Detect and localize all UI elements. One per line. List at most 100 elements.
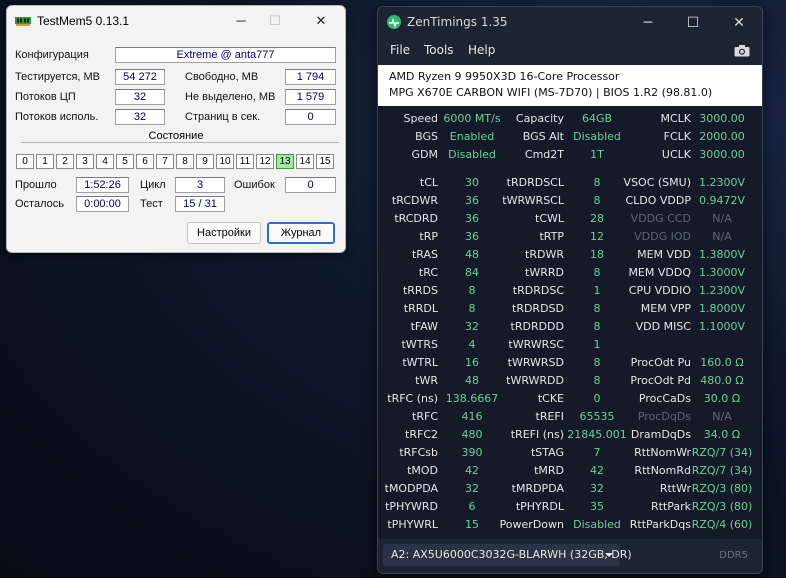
timing-value: RZQ/3 (80) xyxy=(691,500,753,513)
state-separator xyxy=(21,142,339,143)
minimize-button[interactable]: ─ xyxy=(636,13,660,33)
log-button[interactable]: Журнал xyxy=(267,222,335,244)
config-label: Конфигурация xyxy=(15,49,89,61)
timing-value: 21845.001 xyxy=(567,428,627,441)
module-select[interactable]: A2: AX5U6000C3032G-BLARWH (32GB, DR) xyxy=(383,544,632,566)
timing-value: 16 xyxy=(465,356,479,369)
timing-value: RZQ/7 (34) xyxy=(691,446,753,459)
timing-value: N/A xyxy=(712,410,732,423)
state-cell: 7 xyxy=(156,154,174,169)
timing-value: 65535 xyxy=(579,410,615,423)
zentimings-logo-icon xyxy=(387,15,401,29)
timing-value: 36 xyxy=(465,230,479,243)
timing-value: 8 xyxy=(593,374,601,387)
test-field: 15 / 31 xyxy=(175,196,225,212)
threads-used-label: Потоков исполь. xyxy=(15,111,99,123)
close-button[interactable]: ✕ xyxy=(309,11,333,31)
elapsed-label: Прошло xyxy=(15,179,57,191)
cpu-name: AMD Ryzen 9 9950X3D 16-Core Processor xyxy=(389,70,620,83)
module-select-value: A2: AX5U6000C3032G-BLARWH (32GB, DR) xyxy=(391,548,632,561)
timing-value: 8 xyxy=(593,302,601,315)
chevron-down-icon xyxy=(605,553,613,557)
state-cell: 8 xyxy=(176,154,194,169)
timing-value: 480.0 Ω xyxy=(700,374,744,387)
maximize-button[interactable]: ☐ xyxy=(681,13,705,33)
timing-value: N/A xyxy=(712,230,732,243)
zentimings-window: ZenTimings 1.35 ─ ☐ ✕ File Tools Help AM… xyxy=(377,6,763,574)
timing-value: Disabled xyxy=(448,148,496,161)
timing-value: RZQ/4 (60) xyxy=(691,518,753,531)
timing-value: 32 xyxy=(465,320,479,333)
close-button[interactable]: ✕ xyxy=(727,13,751,33)
minimize-button[interactable]: ─ xyxy=(229,11,253,31)
state-cell: 12 xyxy=(256,154,274,169)
timings-panel: Speed 6000 MT/s Capacity 64GB MCLK 3000.00 BGS… xyxy=(378,106,762,539)
timing-value: 36 xyxy=(465,212,479,225)
timing-value: 32 xyxy=(465,482,479,495)
state-cell: 9 xyxy=(196,154,214,169)
state-cell: 1 xyxy=(36,154,54,169)
state-cell-active: 13 xyxy=(276,154,294,169)
menu-help[interactable]: Help xyxy=(468,43,495,57)
cycle-field: 3 xyxy=(175,177,225,193)
timing-value: 30 xyxy=(465,176,479,189)
menu-file[interactable]: File xyxy=(390,43,410,57)
errors-field: 0 xyxy=(285,177,336,193)
timing-value: 8 xyxy=(468,284,476,297)
timing-value: 42 xyxy=(590,464,604,477)
timing-value: 1.3800V xyxy=(698,248,745,261)
timing-value: 1.1000V xyxy=(698,320,745,333)
ddr-type: DDR5 xyxy=(719,550,748,561)
testmem-titlebar[interactable]: TestMem5 0.13.1 ─ ☐ ✕ xyxy=(7,6,345,36)
timing-value: 2000.00 xyxy=(699,130,745,143)
timing-value: 42 xyxy=(465,464,479,477)
timing-value: 6000 MT/s xyxy=(443,112,501,125)
menu-tools[interactable]: Tools xyxy=(424,43,454,57)
timing-value: 6 xyxy=(468,500,476,513)
state-cell: 10 xyxy=(216,154,234,169)
camera-icon[interactable] xyxy=(734,44,750,57)
timing-value: 12 xyxy=(590,230,604,243)
tested-mb-label: Тестируется, MB xyxy=(15,71,101,83)
timing-value: Enabled xyxy=(449,130,495,143)
window-title: ZenTimings 1.35 xyxy=(407,15,508,29)
timing-value: 64GB xyxy=(581,112,613,125)
timing-value: 32 xyxy=(590,482,604,495)
timing-value: 1T xyxy=(590,148,604,161)
timing-value: Disabled xyxy=(573,130,621,143)
timing-value: 0 xyxy=(593,392,601,405)
errors-label: Ошибок xyxy=(234,179,275,191)
cpu-threads-label: Потоков ЦП xyxy=(15,91,76,103)
timing-value: 4 xyxy=(468,338,476,351)
zentimings-titlebar[interactable]: ZenTimings 1.35 ─ ☐ ✕ xyxy=(378,7,762,37)
timing-value: 30.0 Ω xyxy=(703,392,741,405)
timing-value: 416 xyxy=(461,410,483,423)
state-label-wrap: Состояние xyxy=(7,130,345,142)
timing-value: 1.3000V xyxy=(698,266,745,279)
timing-value: 18 xyxy=(590,248,604,261)
threads-used-field: 32 xyxy=(115,109,165,125)
timing-value: 1.2300V xyxy=(698,284,745,297)
remaining-field: 0:00:00 xyxy=(76,196,129,212)
timing-value: 84 xyxy=(465,266,479,279)
elapsed-field: 1:52:26 xyxy=(76,177,129,193)
board-name: MPG X670E CARBON WIFI (MS-7D70) | BIOS 1… xyxy=(389,86,713,99)
timing-value: 34.0 Ω xyxy=(703,428,741,441)
test-label: Тест xyxy=(140,198,163,210)
state-label: Состояние xyxy=(144,130,208,142)
testmem-window: TestMem5 0.13.1 ─ ☐ ✕ Конфигурация Extre… xyxy=(6,5,346,253)
state-cell: 2 xyxy=(56,154,74,169)
timing-value: 8 xyxy=(593,320,601,333)
unallocated-mb-field: 1 579 xyxy=(285,89,336,105)
timing-value: 3000.00 xyxy=(699,148,745,161)
timing-value: 0.9472V xyxy=(698,194,745,207)
timing-value: 138.6667 xyxy=(445,392,499,405)
free-mb-field: 1 794 xyxy=(285,69,336,85)
cpu-threads-field: 32 xyxy=(115,89,165,105)
tested-mb-field: 54 272 xyxy=(115,69,165,85)
settings-button[interactable]: Настройки xyxy=(187,222,261,244)
window-title: TestMem5 0.13.1 xyxy=(37,14,130,28)
timing-value: 480 xyxy=(461,428,483,441)
state-cell: 15 xyxy=(316,154,334,169)
timing-value: RZQ/7 (34) xyxy=(691,464,753,477)
